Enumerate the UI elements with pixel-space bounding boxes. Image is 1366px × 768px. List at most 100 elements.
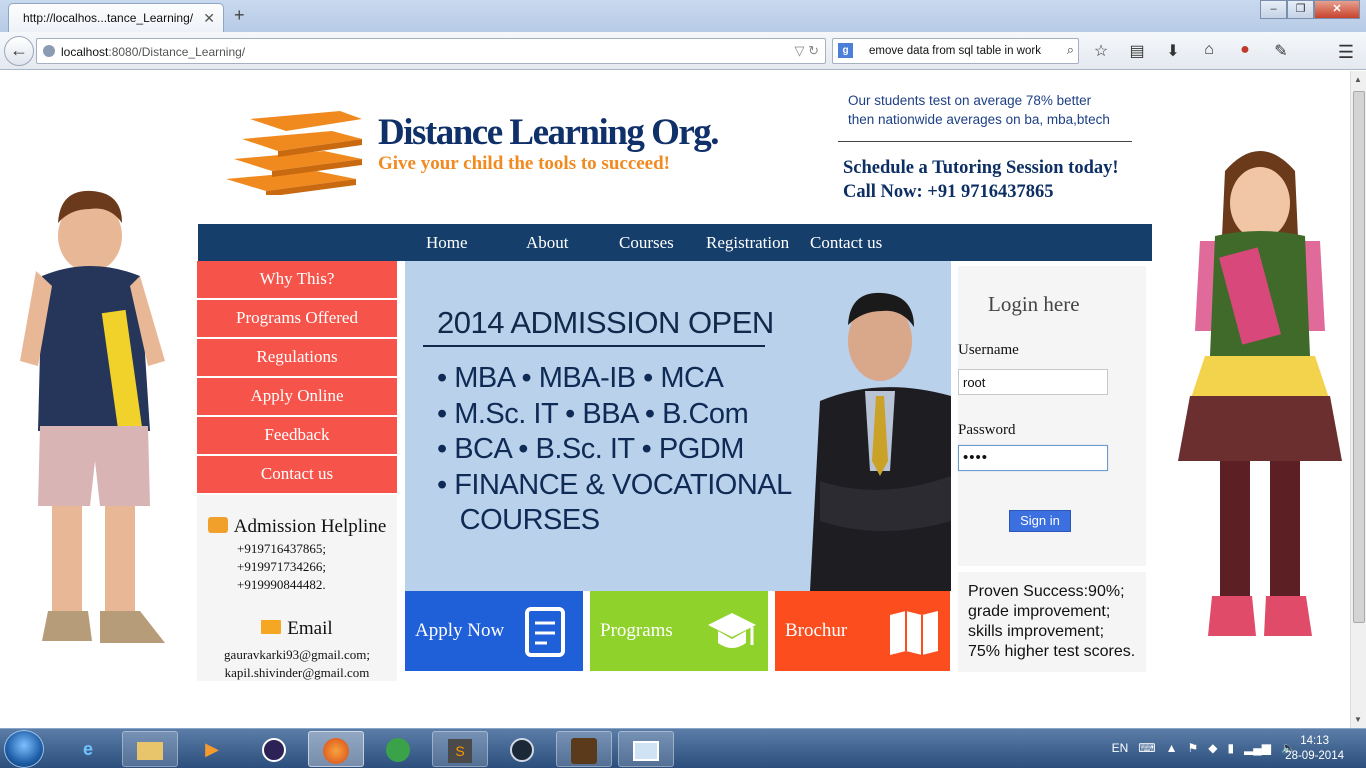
system-clock[interactable]: 14:13 28-09-2014 (1285, 734, 1344, 764)
proven-line: skills improvement; (968, 623, 1105, 640)
maximize-button[interactable]: ❐ (1287, 0, 1314, 19)
sign-in-button[interactable]: Sign in (1009, 510, 1071, 532)
browser-tab-bar: http://localhos...tance_Learning/ ✕ + – … (0, 0, 1366, 32)
browser-tab[interactable]: http://localhos...tance_Learning/ ✕ (8, 3, 224, 32)
browser-toolbar: ← localhost:8080/Distance_Learning/ ▽ ↻ … (0, 32, 1366, 70)
clock-time: 14:13 (1300, 735, 1329, 747)
adblock-icon[interactable]: ● (1234, 41, 1256, 61)
firefox-icon[interactable] (308, 731, 364, 767)
keyboard-icon[interactable]: ⌨ (1138, 741, 1155, 755)
scrollbar-thumb[interactable] (1353, 91, 1365, 623)
media-player-icon[interactable]: ▶ (184, 731, 240, 767)
side-item-contact-us[interactable]: Contact us (197, 456, 397, 493)
tab-close-icon[interactable]: ✕ (203, 10, 215, 27)
page-scrollbar[interactable]: ▲ ▼ (1350, 71, 1366, 728)
side-menu: Why This? Programs Offered Regulations A… (197, 261, 397, 495)
internet-explorer-icon[interactable]: e (60, 731, 116, 767)
eclipse-icon[interactable] (246, 731, 302, 767)
address-bar[interactable]: localhost:8080/Distance_Learning/ ▽ ↻ (36, 38, 826, 64)
proven-line: 75% higher test scores. (968, 643, 1136, 660)
login-title: Login here (988, 292, 1080, 316)
cta-line-1: Schedule a Tutoring Session today! (843, 158, 1119, 178)
steam-icon[interactable] (494, 731, 550, 767)
helpline-heading: Admission Helpline (197, 516, 397, 538)
scroll-up-icon[interactable]: ▲ (1354, 75, 1362, 84)
proven-success-box: Proven Success:90%; grade improvement; s… (958, 572, 1146, 672)
window-controls: – ❐ ✕ (1260, 0, 1360, 19)
side-item-programs-offered[interactable]: Programs Offered (197, 300, 397, 337)
promo-divider (838, 141, 1132, 142)
java-ee-ide-icon[interactable] (556, 731, 612, 767)
reload-icon[interactable]: ▽ ↻ (794, 43, 819, 59)
language-indicator[interactable]: EN (1112, 741, 1129, 755)
login-panel: Login here Username root Password •••• S… (958, 266, 1146, 566)
bookmark-star-icon[interactable]: ☆ (1090, 41, 1112, 61)
username-label: Username (958, 342, 1019, 358)
email-list: gauravkarki93@gmail.com; kapil.shivinder… (197, 646, 397, 682)
tab-title: http://localhos...tance_Learning/ (23, 11, 194, 25)
nav-courses[interactable]: Courses (619, 233, 674, 253)
side-item-why-this[interactable]: Why This? (197, 261, 397, 298)
email-title: Email (287, 618, 333, 639)
minimize-button[interactable]: – (1260, 0, 1287, 19)
home-icon[interactable]: ⌂ (1198, 41, 1220, 61)
banner-course-list: • MBA • MBA-IB • MCA • M.Sc. IT • BBA • … (437, 361, 792, 539)
helpline-box: Admission Helpline +919716437865; +91997… (197, 495, 397, 681)
phone-number: +919971734266; (237, 559, 326, 574)
search-icon[interactable]: ⌕ (1067, 42, 1074, 58)
banner-heading: 2014 ADMISSION OPEN (437, 305, 774, 340)
download-icon[interactable]: ⬇ (1162, 41, 1184, 61)
nav-contact[interactable]: Contact us (810, 233, 882, 253)
back-button[interactable]: ← (4, 36, 34, 66)
nav-about[interactable]: About (526, 233, 569, 253)
system-tray: EN ⌨ ▲ ⚑ ◆ ▮ ▂▄▆ 🔈 (1112, 741, 1296, 755)
show-hidden-icons-icon[interactable]: ▲ (1166, 741, 1178, 755)
nav-home[interactable]: Home (426, 233, 468, 253)
remote-desktop-icon[interactable] (618, 731, 674, 767)
apply-now-tile[interactable]: Apply Now (405, 591, 583, 671)
close-window-button[interactable]: ✕ (1314, 0, 1360, 19)
search-input[interactable]: g emove data from sql table in work ⌕ (832, 38, 1079, 64)
new-tab-button[interactable]: + (234, 5, 245, 26)
side-item-regulations[interactable]: Regulations (197, 339, 397, 376)
phone-icon (207, 517, 228, 533)
action-center-flag-icon[interactable]: ⚑ (1187, 741, 1198, 755)
password-field[interactable]: •••• (958, 445, 1108, 471)
banner-line: • MBA • MBA-IB • MCA (437, 362, 724, 394)
proven-line: grade improvement; (968, 603, 1111, 620)
brand-tagline: Give your child the tools to succeed! (378, 153, 671, 174)
network-icon[interactable]: ▮ (1227, 741, 1234, 755)
helpline-title: Admission Helpline (233, 516, 387, 537)
dropbox-icon[interactable]: ◆ (1208, 741, 1217, 755)
banner-line: COURSES (437, 504, 600, 536)
nav-registration[interactable]: Registration (706, 233, 789, 253)
brochure-map-icon (890, 611, 938, 655)
start-button[interactable] (4, 730, 44, 768)
scroll-down-icon[interactable]: ▼ (1354, 715, 1362, 724)
side-item-feedback[interactable]: Feedback (197, 417, 397, 454)
tools-icon[interactable]: ✎ (1270, 41, 1292, 61)
graduation-cap-icon (708, 613, 756, 648)
menu-icon[interactable]: ☰ (1338, 42, 1354, 63)
email-address[interactable]: gauravkarki93@gmail.com; (197, 646, 397, 664)
sublime-text-icon[interactable]: S (432, 731, 488, 767)
web-page: Distance Learning Org. Give your child t… (0, 71, 1350, 728)
file-explorer-icon[interactable] (122, 731, 178, 767)
google-search-engine-icon[interactable]: g (838, 43, 853, 58)
signal-icon[interactable]: ▂▄▆ (1244, 741, 1271, 755)
side-item-apply-online[interactable]: Apply Online (197, 378, 397, 415)
browser-tool-icons: ☆ ▤ ⬇ ⌂ ● ✎ (1090, 41, 1292, 61)
helpline-phones: +919716437865; +919971734266; +919990844… (237, 540, 397, 594)
url-path: :8080/Distance_Learning/ (108, 45, 246, 59)
apply-now-label: Apply Now (415, 620, 505, 641)
url-host: localhost (61, 45, 109, 59)
programs-tile[interactable]: Programs (590, 591, 768, 671)
admission-banner: 2014 ADMISSION OPEN • MBA • MBA-IB • MCA… (405, 261, 951, 591)
brochure-tile[interactable]: Brochur (775, 591, 950, 671)
reading-list-icon[interactable]: ▤ (1126, 41, 1148, 61)
envelope-icon (261, 620, 282, 634)
clock-date: 28-09-2014 (1285, 750, 1344, 762)
username-field[interactable]: root (958, 369, 1108, 395)
app-icon[interactable] (370, 731, 426, 767)
email-address[interactable]: kapil.shivinder@gmail.com (197, 664, 397, 682)
